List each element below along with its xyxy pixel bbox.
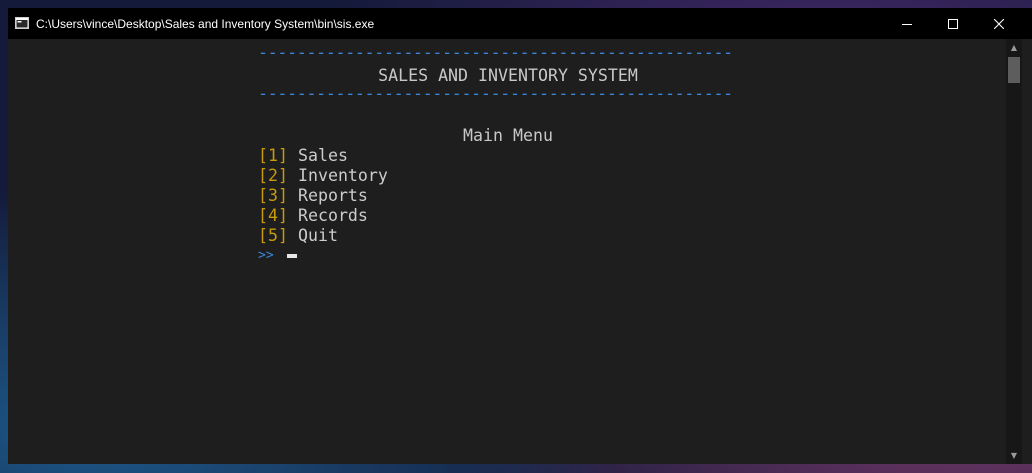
option-label: Inventory <box>297 166 388 185</box>
menu-option-records: [4] Records <box>258 206 758 226</box>
minimize-button[interactable] <box>884 8 930 39</box>
scrollbar-thumb[interactable] <box>1008 57 1020 83</box>
text-cursor[interactable] <box>287 254 297 258</box>
menu-option-reports: [3] Reports <box>258 186 758 206</box>
scroll-up-icon[interactable]: ▲ <box>1006 39 1022 56</box>
separator-bottom: ----------------------------------------… <box>258 84 733 103</box>
option-label: Sales <box>297 146 348 165</box>
option-key: [5] <box>258 226 288 245</box>
maximize-button[interactable] <box>930 8 976 39</box>
option-label: Quit <box>297 226 338 245</box>
console-app-icon <box>15 17 29 29</box>
option-key: [1] <box>258 146 288 165</box>
close-icon <box>994 18 1004 29</box>
close-button[interactable] <box>976 8 1022 39</box>
option-label: Records <box>297 206 368 225</box>
system-heading: SALES AND INVENTORY SYSTEM <box>378 66 638 85</box>
menu-option-quit: [5] Quit <box>258 226 758 246</box>
console-output[interactable]: ----------------------------------------… <box>8 39 1006 464</box>
menu-option-inventory: [2] Inventory <box>258 166 758 186</box>
option-key: [2] <box>258 166 288 185</box>
option-key: [4] <box>258 206 288 225</box>
window-title: C:\Users\vince\Desktop\Sales and Invento… <box>36 17 375 31</box>
vertical-scrollbar[interactable]: ▲ ▼ <box>1006 39 1022 464</box>
scroll-down-icon[interactable]: ▼ <box>1006 447 1022 464</box>
separator-top: ----------------------------------------… <box>258 43 733 62</box>
maximize-icon <box>948 18 958 29</box>
option-label: Reports <box>297 186 368 205</box>
title-bar[interactable]: C:\Users\vince\Desktop\Sales and Invento… <box>8 8 1032 39</box>
window-border <box>1022 39 1032 464</box>
menu-title: Main Menu <box>463 126 553 145</box>
console-window: C:\Users\vince\Desktop\Sales and Invento… <box>8 8 1032 464</box>
option-key: [3] <box>258 186 288 205</box>
minimize-icon <box>902 23 912 25</box>
menu-option-sales: [1] Sales <box>258 146 758 166</box>
input-prompt: >> <box>258 248 274 263</box>
